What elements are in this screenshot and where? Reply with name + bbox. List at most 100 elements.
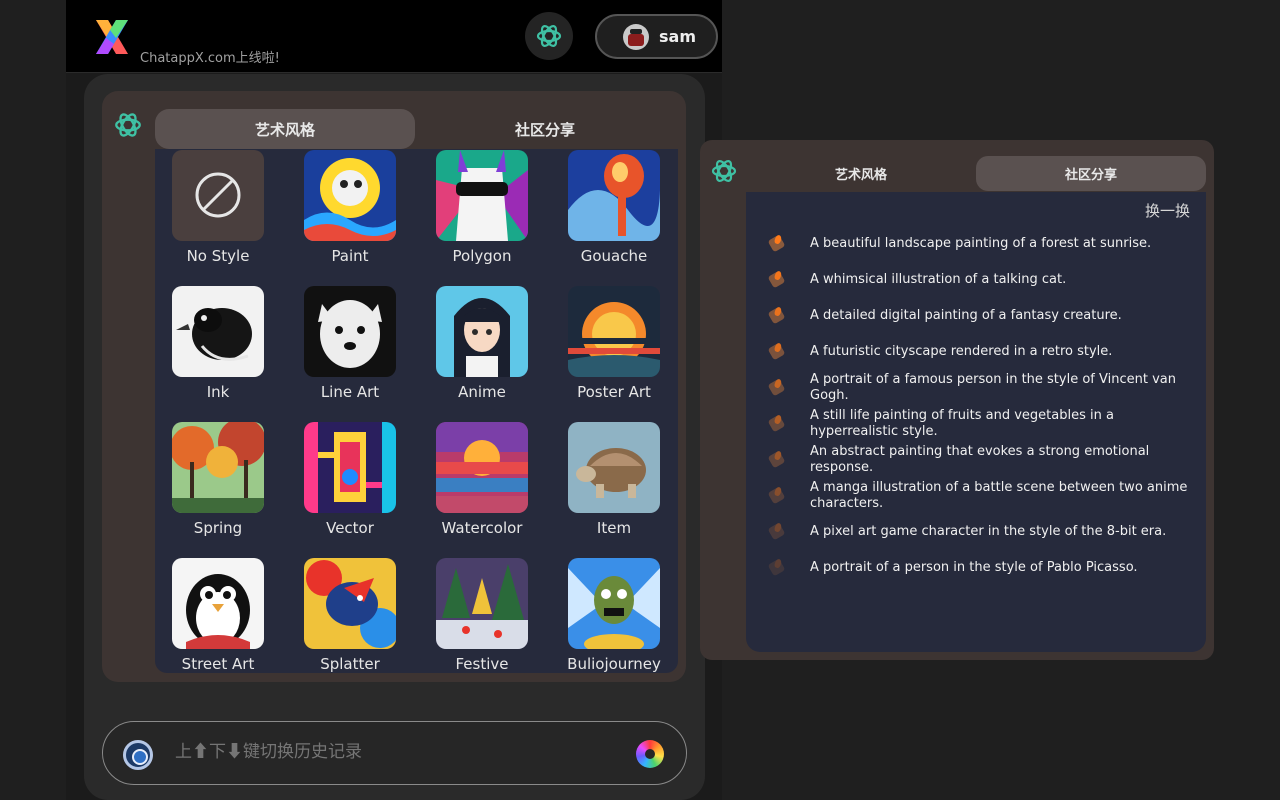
- style-label: Polygon: [452, 247, 512, 265]
- fire-icon: [764, 305, 792, 327]
- list-item[interactable]: A portrait of a famous person in the sty…: [764, 370, 1194, 406]
- style-label: Buliojourney: [567, 655, 661, 673]
- buliojourney-thumb: [568, 558, 660, 649]
- style-option-vector[interactable]: Vector: [304, 422, 396, 558]
- community-panel: 艺术风格 社区分享 换一换 A beautiful landscape pain…: [700, 140, 1214, 660]
- style-label: Paint: [331, 247, 369, 265]
- fire-icon: [764, 269, 792, 291]
- site-announcement: ChatappX.com上线啦!: [140, 51, 280, 66]
- prompt-text: A pixel art game character in the style …: [810, 524, 1167, 539]
- style-label: Poster Art: [577, 383, 651, 401]
- style-option-street-art[interactable]: Street Art: [172, 558, 264, 673]
- paint-thumb: [304, 150, 396, 241]
- list-item[interactable]: A still life painting of fruits and vege…: [764, 406, 1194, 442]
- fire-icon: [764, 557, 792, 579]
- main-panel: 艺术风格 社区分享 No Style Paint Polygon Gouache…: [84, 74, 705, 800]
- refresh-button[interactable]: 换一换: [1145, 200, 1190, 221]
- prompt-text: A portrait of a famous person in the sty…: [810, 372, 1176, 403]
- prompt-input-bar: [102, 721, 687, 785]
- style-grid: No Style Paint Polygon Gouache Ink Line …: [172, 150, 661, 673]
- camera-icon[interactable]: [123, 740, 153, 770]
- style-option-paint[interactable]: Paint: [304, 150, 396, 286]
- openai-button[interactable]: [525, 12, 573, 60]
- fire-icon: [764, 377, 792, 399]
- style-option-item[interactable]: Item: [568, 422, 660, 558]
- style-label: Gouache: [580, 247, 648, 265]
- prompt-text: A futuristic cityscape rendered in a ret…: [810, 344, 1113, 359]
- style-label: No Style: [186, 247, 250, 265]
- prompt-input[interactable]: [175, 742, 615, 762]
- list-item[interactable]: A pixel art game character in the style …: [764, 514, 1194, 550]
- openai-icon: [709, 156, 739, 190]
- ink-thumb: [172, 286, 264, 377]
- tab-community-share[interactable]: 社区分享: [415, 109, 675, 149]
- style-tabs: 艺术风格 社区分享: [155, 109, 675, 149]
- style-label: Street Art: [181, 655, 255, 673]
- style-label: Line Art: [320, 383, 380, 401]
- openai-icon: [536, 25, 562, 47]
- prompt-text: An abstract painting that evokes a stron…: [810, 444, 1150, 475]
- fire-icon: [764, 413, 792, 435]
- line-art-thumb: [304, 286, 396, 377]
- watercolor-thumb: [436, 422, 528, 513]
- list-item[interactable]: A detailed digital painting of a fantasy…: [764, 298, 1194, 334]
- prompt-text: A beautiful landscape painting of a fore…: [810, 236, 1152, 251]
- gouache-thumb: [568, 150, 660, 241]
- prompt-text: A detailed digital painting of a fantasy…: [810, 308, 1122, 323]
- polygon-thumb: [436, 150, 528, 241]
- app-window: ChatappX.com上线啦! sam 艺术风格 社区分享 No Style …: [66, 0, 722, 800]
- fire-icon: [764, 485, 792, 507]
- list-item[interactable]: A beautiful landscape painting of a fore…: [764, 226, 1194, 262]
- community-tabs: 艺术风格 社区分享: [746, 156, 1206, 191]
- prompt-text: A still life painting of fruits and vege…: [810, 408, 1114, 439]
- poster-art-thumb: [568, 286, 660, 377]
- style-option-watercolor[interactable]: Watercolor: [436, 422, 528, 558]
- tab-art-style[interactable]: 艺术风格: [155, 109, 415, 149]
- prompt-text: A whimsical illustration of a talking ca…: [810, 272, 1067, 287]
- list-item[interactable]: A whimsical illustration of a talking ca…: [764, 262, 1194, 298]
- style-option-spring[interactable]: Spring: [172, 422, 264, 558]
- list-item[interactable]: An abstract painting that evokes a stron…: [764, 442, 1194, 478]
- prompt-text: A portrait of a person in the style of P…: [810, 560, 1138, 575]
- style-option-splatter[interactable]: Splatter: [304, 558, 396, 673]
- style-label: Anime: [458, 383, 506, 401]
- user-name: sam: [659, 27, 696, 46]
- style-option-festive[interactable]: Festive: [436, 558, 528, 673]
- fire-icon: [764, 449, 792, 471]
- style-option-buliojourney[interactable]: Buliojourney: [567, 558, 661, 673]
- street-art-thumb: [172, 558, 264, 649]
- avatar: [623, 23, 649, 50]
- style-option-anime[interactable]: Anime: [436, 286, 528, 422]
- fire-icon: [764, 341, 792, 363]
- style-option-polygon[interactable]: Polygon: [436, 150, 528, 286]
- style-option-line-art[interactable]: Line Art: [304, 286, 396, 422]
- style-option-poster-art[interactable]: Poster Art: [568, 286, 660, 422]
- splatter-thumb: [304, 558, 396, 649]
- prompt-list: A beautiful landscape painting of a fore…: [764, 226, 1194, 586]
- color-palette-icon[interactable]: [636, 740, 664, 768]
- style-option-no-style[interactable]: No Style: [172, 150, 264, 286]
- tab-community-share[interactable]: 社区分享: [976, 156, 1206, 191]
- no-style-icon: [172, 150, 264, 241]
- style-label: Spring: [193, 519, 243, 537]
- list-item[interactable]: A portrait of a person in the style of P…: [764, 550, 1194, 586]
- art-style-card: 艺术风格 社区分享 No Style Paint Polygon Gouache…: [102, 91, 686, 682]
- anime-thumb: [436, 286, 528, 377]
- chatappx-logo[interactable]: [92, 16, 132, 58]
- item-thumb: [568, 422, 660, 513]
- openai-icon: [112, 109, 144, 145]
- list-item[interactable]: A futuristic cityscape rendered in a ret…: [764, 334, 1194, 370]
- style-option-ink[interactable]: Ink: [172, 286, 264, 422]
- style-label: Ink: [206, 383, 230, 401]
- tab-art-style[interactable]: 艺术风格: [746, 156, 976, 191]
- festive-thumb: [436, 558, 528, 649]
- style-label: Watercolor: [441, 519, 523, 537]
- list-item[interactable]: A manga illustration of a battle scene b…: [764, 478, 1194, 514]
- top-bar: ChatappX.com上线啦! sam: [66, 0, 722, 73]
- prompt-list-area: 换一换 A beautiful landscape painting of a …: [746, 192, 1206, 652]
- style-label: Splatter: [320, 655, 380, 673]
- prompt-text: A manga illustration of a battle scene b…: [810, 480, 1188, 511]
- user-menu-button[interactable]: sam: [595, 14, 718, 59]
- style-option-gouache[interactable]: Gouache: [568, 150, 660, 286]
- style-label: Festive: [455, 655, 509, 673]
